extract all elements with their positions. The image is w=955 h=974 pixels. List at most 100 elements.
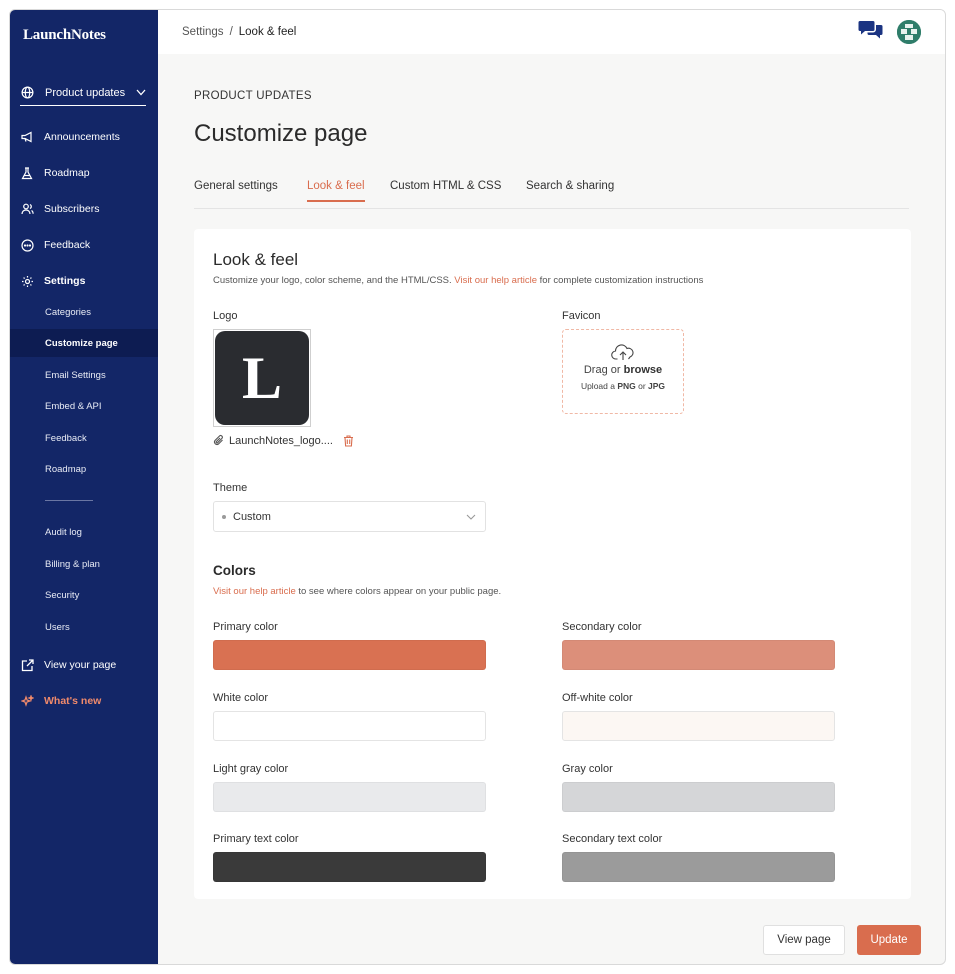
colors-title: Colors [213,563,256,578]
tab-general-settings[interactable]: General settings [194,180,278,200]
sidebar-subitem-audit-log[interactable]: Audit log [10,518,158,546]
breadcrumb-current: Look & feel [238,26,297,38]
megaphone-icon [20,130,34,144]
chat-bubbles-icon[interactable] [858,19,883,45]
card-title: Look & feel [213,250,299,269]
browse-link[interactable]: browse [624,364,663,376]
colors-help-link[interactable]: Visit our help article [213,586,296,597]
sparkle-icon [20,694,34,708]
light-gray-color-label: Light gray color [213,763,289,775]
sidebar-item-subscribers[interactable]: Subscribers [10,194,158,224]
breadcrumb-settings[interactable]: Settings [182,26,224,38]
theme-value: Custom [233,510,271,523]
white-color-label: White color [213,692,269,704]
flask-icon [20,166,34,180]
secondary-text-color-label: Secondary text color [562,833,663,845]
favicon-label: Favicon [562,310,601,322]
breadcrumb: Settings / Look & feel [182,26,296,38]
chevron-down-icon [136,88,146,98]
logo-filename: LaunchNotes_logo.... [229,434,333,447]
favicon-hint: Upload a PNG or JPG [563,381,683,391]
hint-png: PNG [617,381,636,391]
sidebar-item-label: Roadmap [44,167,90,179]
help-article-link[interactable]: Visit our help article [454,275,537,286]
card-desc-text: Customize your logo, color scheme, and t… [213,275,455,286]
sidebar-subitem-customize-page[interactable]: Customize page [10,329,158,357]
sidebar-subitem-roadmap[interactable]: Roadmap [10,455,158,483]
sidebar-item-settings[interactable]: Settings [10,266,158,296]
colors-description: Visit our help article to see where colo… [213,586,501,597]
paperclip-icon [213,434,226,447]
sidebar-divider [45,500,93,501]
users-icon [20,202,34,216]
logo-image: L [215,331,309,425]
cloud-upload-icon [563,344,683,361]
primary-color-label: Primary color [213,621,278,633]
sidebar-subitem-billing-plan[interactable]: Billing & plan [10,550,158,578]
colors-desc-text: to see where colors appear on your publi… [295,586,502,597]
chat-bubble-icon [20,238,34,252]
user-avatar[interactable] [897,20,921,44]
sidebar-subitem-embed-api[interactable]: Embed & API [10,392,158,420]
off-white-color-input[interactable] [562,711,835,741]
logo-file: LaunchNotes_logo.... [213,434,354,447]
main-content: PRODUCT UPDATES Customize page General s… [158,54,945,964]
update-button[interactable]: Update [857,925,921,955]
sidebar-item-feedback[interactable]: Feedback [10,230,158,260]
primary-text-color-input[interactable] [213,852,486,882]
page-title: Customize page [194,120,368,147]
sidebar-item-label: Subscribers [44,203,100,215]
card-desc-text-end: for complete customization instructions [537,275,704,286]
topbar-actions [858,19,921,45]
external-link-icon [20,658,34,672]
primary-color-input[interactable] [213,640,486,670]
breadcrumb-separator: / [229,26,233,38]
tab-custom-html-css[interactable]: Custom HTML & CSS [390,180,501,200]
topbar: Settings / Look & feel [158,10,945,54]
sidebar-subitem-users[interactable]: Users [10,613,158,641]
favicon-dropzone[interactable]: Drag or browse Upload a PNG or JPG [562,329,684,414]
view-page-button[interactable]: View page [763,925,845,955]
sidebar-item-label: Feedback [44,239,91,251]
card-description: Customize your logo, color scheme, and t… [213,275,703,286]
theme-select[interactable]: Custom [213,501,486,532]
off-white-color-label: Off-white color [562,692,633,704]
hint-or: or [635,381,649,391]
white-color-input[interactable] [213,711,486,741]
theme-dot-icon [222,514,226,519]
globe-icon [20,86,34,100]
sidebar-item-view-page[interactable]: View your page [10,650,158,680]
tab-search-sharing[interactable]: Search & sharing [526,180,614,200]
sidebar-item-roadmap[interactable]: Roadmap [10,158,158,188]
look-feel-card: Look & feel Customize your logo, color s… [194,229,911,899]
sidebar-item-announcements[interactable]: Announcements [10,122,158,152]
secondary-color-label: Secondary color [562,621,642,633]
logo-preview[interactable]: L [213,329,311,427]
hint-text: Upload a [580,381,618,391]
logo-label: Logo [213,310,238,322]
page-eyebrow: PRODUCT UPDATES [194,90,312,102]
sidebar-item-label: Announcements [44,131,120,143]
sidebar-item-whats-new[interactable]: What's new [10,686,158,716]
sidebar-subitem-feedback[interactable]: Feedback [10,424,158,452]
trash-icon[interactable] [343,434,354,447]
gray-color-label: Gray color [562,763,613,775]
favicon-drag-text: Drag or browse [563,364,683,376]
gear-icon [20,274,34,288]
tab-look-feel[interactable]: Look & feel [307,180,365,202]
brand-logo[interactable]: LaunchNotes [23,27,106,44]
sidebar-item-label: What's new [44,695,102,707]
theme-label: Theme [213,482,248,494]
secondary-text-color-input[interactable] [562,852,835,882]
sidebar-subitem-email-settings[interactable]: Email Settings [10,361,158,389]
light-gray-color-input[interactable] [213,782,486,812]
app-window: LaunchNotes Product updates Announcement… [9,9,946,965]
gray-color-input[interactable] [562,782,835,812]
workspace-switcher[interactable]: Product updates [20,80,146,106]
sidebar-subitem-security[interactable]: Security [10,581,158,609]
workspace-label: Product updates [45,86,126,99]
secondary-color-input[interactable] [562,640,835,670]
sidebar-item-label: View your page [44,659,117,671]
sidebar-item-label: Settings [44,275,86,287]
sidebar-subitem-categories[interactable]: Categories [10,298,158,326]
